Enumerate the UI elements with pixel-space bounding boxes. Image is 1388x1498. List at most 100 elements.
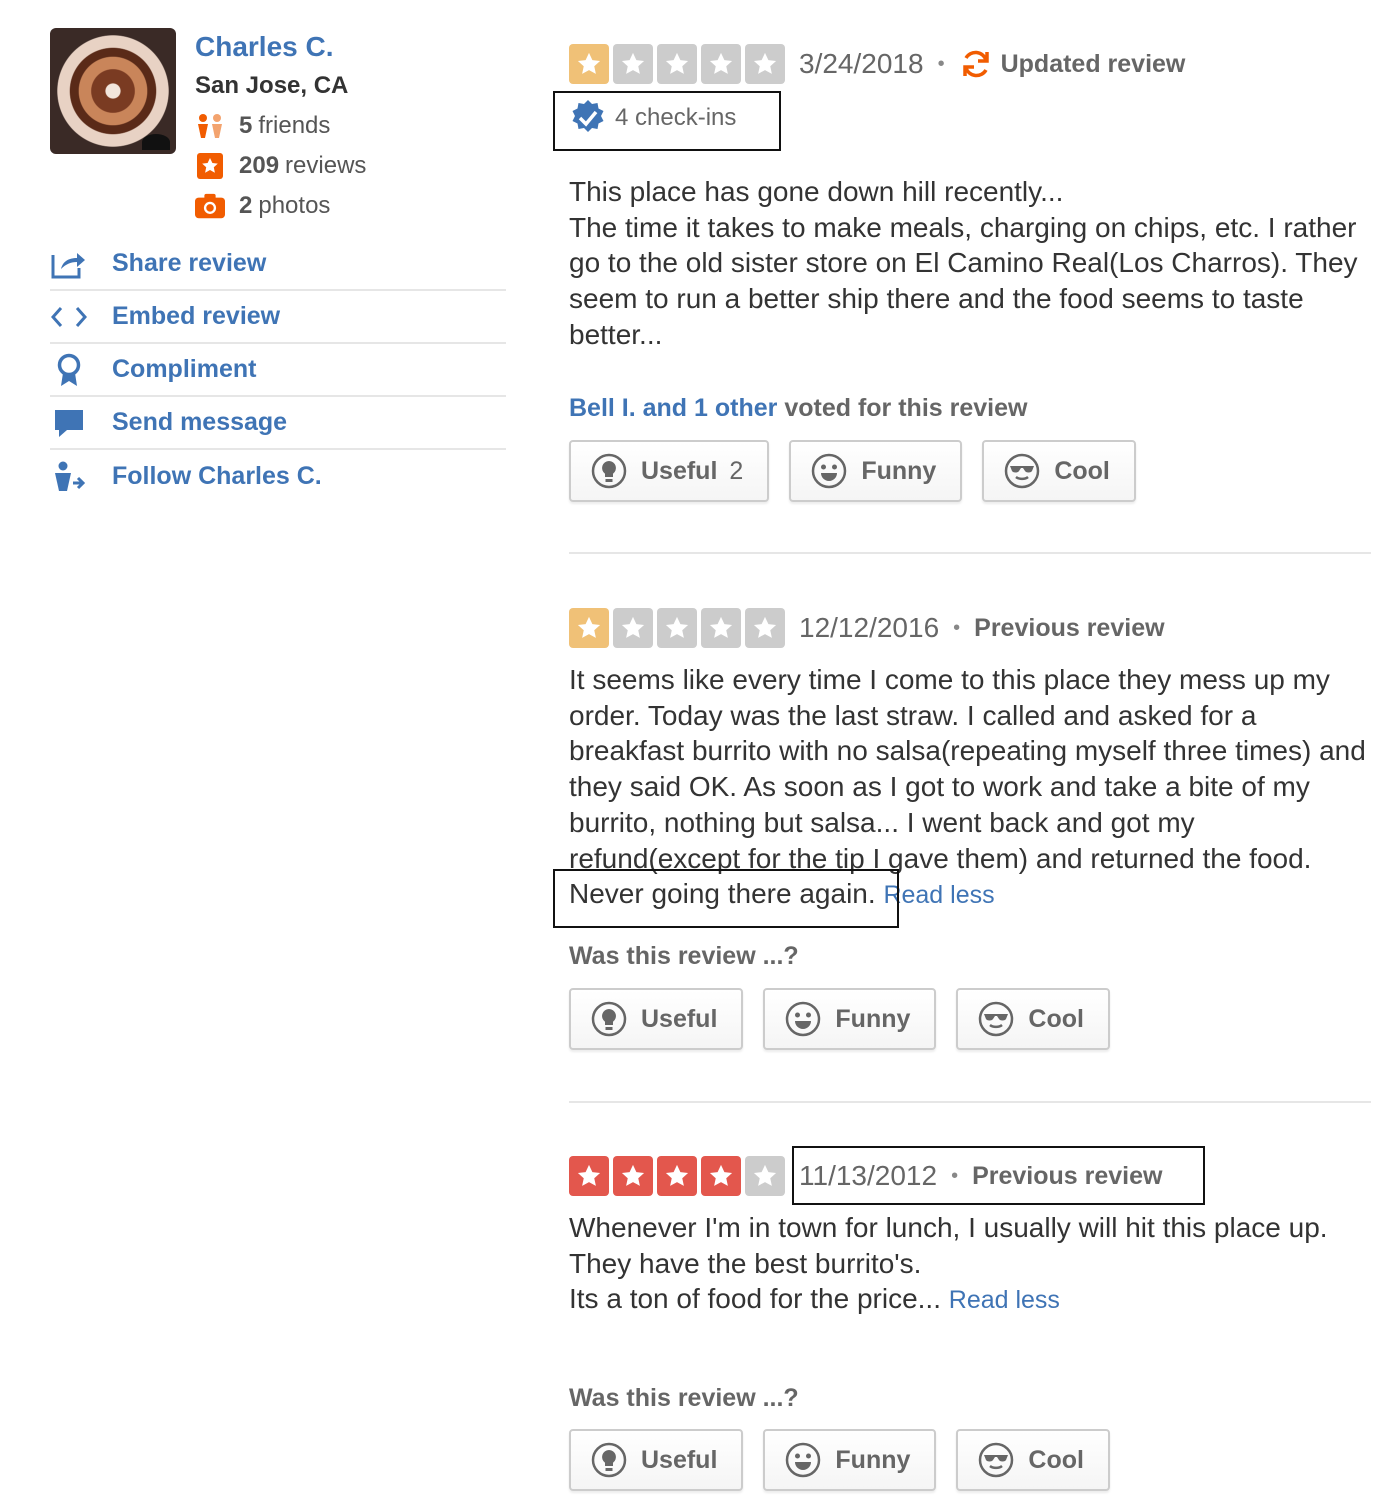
photos-label: photos — [258, 192, 331, 219]
lightbulb-icon — [591, 1442, 627, 1478]
smiley-icon — [785, 1442, 821, 1478]
review-3-body: Whenever I'm in town for lunch, I usuall… — [569, 1210, 1371, 1319]
review-3-buttons: Useful Funny Cool — [569, 1429, 1371, 1491]
checkins-badge: 4 check-ins — [569, 98, 736, 138]
avatar[interactable] — [50, 28, 176, 154]
separator-dot: • — [937, 52, 945, 75]
cool-button[interactable]: Cool — [956, 988, 1110, 1050]
share-review-label: Share review — [112, 249, 267, 277]
review-divider — [569, 1101, 1371, 1103]
separator-dot: • — [953, 616, 961, 639]
voted-line: Bell I. and 1 other voted for this revie… — [569, 394, 1371, 423]
lightbulb-icon — [591, 453, 627, 489]
previous-review-label: Previous review — [974, 613, 1165, 642]
review-actions: Share review Embed review Compliment Sen… — [50, 238, 506, 503]
star-icon — [657, 608, 697, 648]
useful-button[interactable]: Useful 2 — [569, 440, 770, 502]
review-divider — [569, 552, 1371, 554]
was-this-review-label: Was this review ...? — [569, 1384, 799, 1412]
star-icon — [701, 608, 741, 648]
follow-user-label: Follow Charles C. — [112, 462, 322, 490]
star-icon — [701, 1156, 741, 1196]
reviews-label: reviews — [285, 152, 367, 179]
user-location: San Jose, CA — [195, 72, 349, 99]
compliment-icon — [50, 351, 88, 389]
star-icon — [613, 1156, 653, 1196]
star-icon — [745, 1156, 785, 1196]
embed-review-label: Embed review — [112, 302, 281, 330]
funny-button[interactable]: Funny — [763, 988, 937, 1050]
message-icon — [50, 404, 88, 442]
star-badge-icon — [195, 151, 225, 181]
star-icon — [569, 44, 609, 84]
funny-button[interactable]: Funny — [763, 1429, 937, 1491]
friends-label: friends — [258, 112, 331, 139]
user-info: Charles C. San Jose, CA 5 friends 209 re… — [195, 28, 366, 226]
cool-label: Cool — [1054, 456, 1110, 485]
cool-button[interactable]: Cool — [982, 440, 1136, 502]
funny-label: Funny — [835, 1004, 911, 1033]
refresh-icon — [959, 49, 993, 79]
checkins-label: 4 check-ins — [615, 104, 737, 131]
useful-button[interactable]: Useful — [569, 1429, 744, 1491]
voters-link[interactable]: Bell I. and 1 other — [569, 394, 777, 422]
star-icon — [569, 608, 609, 648]
friends-count: 5 — [239, 112, 253, 139]
funny-button[interactable]: Funny — [789, 440, 963, 502]
review-1-body: This place has gone down hill recently..… — [569, 174, 1371, 353]
star-icon — [745, 608, 785, 648]
read-less-link[interactable]: Read less — [883, 881, 994, 909]
user-name[interactable]: Charles C. — [195, 28, 366, 66]
separator-dot: • — [951, 1164, 959, 1187]
reviews-count: 209 — [239, 152, 280, 179]
camera-icon — [195, 191, 225, 221]
star-rating — [569, 44, 785, 84]
funny-label: Funny — [835, 1445, 911, 1474]
funny-label: Funny — [861, 456, 937, 485]
star-rating — [569, 1156, 785, 1196]
compliment-label: Compliment — [112, 355, 257, 383]
follow-user-link[interactable]: Follow Charles C. — [50, 450, 506, 503]
friends-icon — [195, 111, 225, 141]
review-date: 3/24/2018 — [799, 48, 924, 79]
star-icon — [745, 44, 785, 84]
embed-review-link[interactable]: Embed review — [50, 291, 506, 344]
review-1-votes: Bell I. and 1 other voted for this revie… — [569, 394, 1371, 423]
review-1: 3/24/2018 • Updated review — [569, 44, 1371, 84]
compliment-link[interactable]: Compliment — [50, 344, 506, 397]
send-message-link[interactable]: Send message — [50, 397, 506, 450]
review-date: 12/12/2016 — [799, 612, 940, 643]
review-3-question: Was this review ...? — [569, 1384, 1371, 1413]
review-3-rating-row: 11/13/2012 • Previous review — [569, 1156, 1371, 1196]
updated-review-link[interactable]: Updated review — [959, 49, 1186, 79]
share-review-link[interactable]: Share review — [50, 238, 506, 291]
cool-button[interactable]: Cool — [956, 1429, 1110, 1491]
was-this-review-label: Was this review ...? — [569, 942, 799, 970]
sunglasses-icon — [978, 1001, 1014, 1037]
previous-review-label: Previous review — [972, 1161, 1163, 1190]
smiley-icon — [811, 453, 847, 489]
reviews-stat: 209 reviews — [195, 146, 366, 186]
star-icon — [569, 1156, 609, 1196]
star-icon — [701, 44, 741, 84]
useful-count: 2 — [729, 456, 744, 485]
embed-icon — [50, 298, 88, 336]
review-text-container: Whenever I'm in town for lunch, I usuall… — [569, 1210, 1371, 1319]
share-icon — [50, 245, 88, 283]
smiley-icon — [785, 1001, 821, 1037]
friends-stat: 5 friends — [195, 106, 366, 146]
photos-count: 2 — [239, 192, 253, 219]
follow-icon — [50, 458, 88, 496]
star-icon — [657, 1156, 697, 1196]
useful-label: Useful — [641, 456, 718, 485]
review-text-container: It seems like every time I come to this … — [569, 662, 1371, 914]
sunglasses-icon — [978, 1442, 1014, 1478]
star-icon — [613, 608, 653, 648]
updated-review-label: Updated review — [1000, 49, 1186, 78]
useful-button[interactable]: Useful — [569, 988, 744, 1050]
voted-suffix: voted for this review — [784, 394, 1028, 422]
review-text: It seems like every time I come to this … — [569, 664, 1366, 910]
useful-label: Useful — [641, 1445, 718, 1474]
review-2-question: Was this review ...? — [569, 942, 1371, 971]
read-less-link[interactable]: Read less — [949, 1286, 1060, 1314]
